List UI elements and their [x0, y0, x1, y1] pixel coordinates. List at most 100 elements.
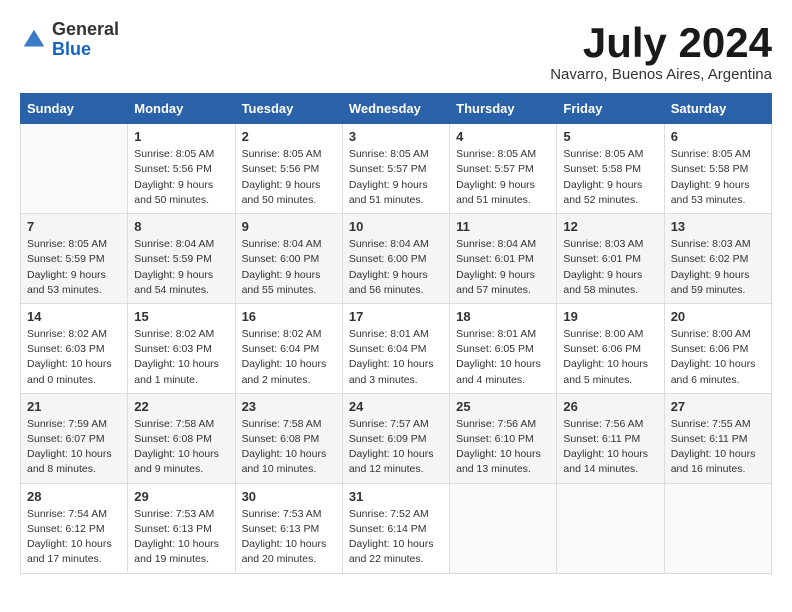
cell-data: Sunrise: 8:05 AMSunset: 5:58 PMDaylight:… [563, 147, 657, 208]
header-monday: Monday [128, 94, 235, 124]
calendar-week-row: 7 Sunrise: 8:05 AMSunset: 5:59 PMDaylight… [21, 214, 772, 304]
calendar-cell: 19Sunrise: 8:00 AMSunset: 6:06 PMDayligh… [557, 303, 664, 393]
cell-data: Sunrise: 8:05 AMSunset: 5:57 PMDaylight:… [349, 147, 443, 208]
day-number: 24 [349, 399, 443, 414]
header-wednesday: Wednesday [342, 94, 449, 124]
cell-data: Sunrise: 8:01 AMSunset: 6:05 PMDaylight:… [456, 327, 550, 388]
page-header: General Blue July 2024 Navarro, Buenos A… [20, 20, 772, 83]
day-number: 26 [563, 399, 657, 414]
day-number: 11 [456, 219, 550, 234]
day-number: 2 [242, 129, 336, 144]
calendar-cell: 11Sunrise: 8:04 AMSunset: 6:01 PMDayligh… [450, 214, 557, 304]
calendar-cell: 24 Sunrise: 7:57 AMSunset: 6:09 PMDayligh… [342, 393, 449, 483]
title-area: July 2024 Navarro, Buenos Aires, Argenti… [550, 20, 772, 83]
calendar-week-row: 14 Sunrise: 8:02 AMSunset: 6:03 PMDayligh… [21, 303, 772, 393]
day-number: 6 [671, 129, 765, 144]
calendar-cell: 2Sunrise: 8:05 AMSunset: 5:56 PMDaylight… [235, 124, 342, 214]
day-number: 28 [27, 489, 121, 504]
calendar-cell [21, 124, 128, 214]
cell-data: Sunrise: 7:53 AMSunset: 6:13 PMDaylight:… [242, 507, 336, 568]
cell-data: Sunrise: 8:01 AMSunset: 6:04 PMDaylight:… [349, 327, 443, 388]
calendar-cell: 3 Sunrise: 8:05 AMSunset: 5:57 PMDaylight… [342, 124, 449, 214]
calendar-cell: 22 Sunrise: 7:58 AMSunset: 6:08 PMDayligh… [128, 393, 235, 483]
calendar-table: SundayMondayTuesdayWednesdayThursdayFrid… [20, 93, 772, 573]
day-number: 14 [27, 309, 121, 324]
day-number: 3 [349, 129, 443, 144]
calendar-cell: 16 Sunrise: 8:02 AMSunset: 6:04 PMDayligh… [235, 303, 342, 393]
cell-data: Sunrise: 7:56 AMSunset: 6:10 PMDaylight:… [456, 417, 550, 478]
logo-general-text: General [52, 19, 119, 39]
day-number: 30 [242, 489, 336, 504]
cell-data: Sunrise: 8:05 AMSunset: 5:56 PMDaylight:… [134, 147, 228, 208]
calendar-cell [664, 483, 771, 573]
cell-data: Sunrise: 7:59 AMSunset: 6:07 PMDaylight:… [27, 417, 121, 478]
calendar-cell [450, 483, 557, 573]
cell-data: Sunrise: 7:56 AMSunset: 6:11 PMDaylight:… [563, 417, 657, 478]
cell-data: Sunrise: 8:03 AMSunset: 6:02 PMDaylight:… [671, 237, 765, 298]
calendar-cell: 28Sunrise: 7:54 AMSunset: 6:12 PMDayligh… [21, 483, 128, 573]
calendar-cell: 12 Sunrise: 8:03 AMSunset: 6:01 PMDayligh… [557, 214, 664, 304]
cell-data: Sunrise: 7:53 AMSunset: 6:13 PMDaylight:… [134, 507, 228, 568]
day-number: 10 [349, 219, 443, 234]
day-number: 7 [27, 219, 121, 234]
calendar-cell: 10 Sunrise: 8:04 AMSunset: 6:00 PMDayligh… [342, 214, 449, 304]
calendar-cell: 30 Sunrise: 7:53 AMSunset: 6:13 PMDayligh… [235, 483, 342, 573]
header-saturday: Saturday [664, 94, 771, 124]
header-sunday: Sunday [21, 94, 128, 124]
calendar-cell: 25 Sunrise: 7:56 AMSunset: 6:10 PMDayligh… [450, 393, 557, 483]
calendar-cell: 20Sunrise: 8:00 AMSunset: 6:06 PMDayligh… [664, 303, 771, 393]
day-number: 31 [349, 489, 443, 504]
day-number: 15 [134, 309, 228, 324]
calendar-cell: 29 Sunrise: 7:53 AMSunset: 6:13 PMDayligh… [128, 483, 235, 573]
day-number: 9 [242, 219, 336, 234]
location-text: Navarro, Buenos Aires, Argentina [550, 66, 772, 83]
calendar-cell [557, 483, 664, 573]
calendar-cell: 17 Sunrise: 8:01 AMSunset: 6:04 PMDayligh… [342, 303, 449, 393]
day-number: 21 [27, 399, 121, 414]
cell-data: Sunrise: 8:04 AMSunset: 5:59 PMDaylight:… [134, 237, 228, 298]
calendar-cell: 21 Sunrise: 7:59 AMSunset: 6:07 PMDayligh… [21, 393, 128, 483]
calendar-cell: 18 Sunrise: 8:01 AMSunset: 6:05 PMDayligh… [450, 303, 557, 393]
calendar-cell: 6Sunrise: 8:05 AMSunset: 5:58 PMDaylight… [664, 124, 771, 214]
day-number: 5 [563, 129, 657, 144]
day-number: 23 [242, 399, 336, 414]
day-number: 16 [242, 309, 336, 324]
calendar-cell: 15Sunrise: 8:02 AMSunset: 6:03 PMDayligh… [128, 303, 235, 393]
cell-data: Sunrise: 8:04 AMSunset: 6:00 PMDaylight:… [349, 237, 443, 298]
calendar-cell: 27Sunrise: 7:55 AMSunset: 6:11 PMDayligh… [664, 393, 771, 483]
cell-data: Sunrise: 8:02 AMSunset: 6:04 PMDaylight:… [242, 327, 336, 388]
day-number: 4 [456, 129, 550, 144]
cell-data: Sunrise: 7:52 AMSunset: 6:14 PMDaylight:… [349, 507, 443, 568]
calendar-cell: 1 Sunrise: 8:05 AMSunset: 5:56 PMDaylight… [128, 124, 235, 214]
calendar-cell: 8 Sunrise: 8:04 AMSunset: 5:59 PMDaylight… [128, 214, 235, 304]
day-number: 25 [456, 399, 550, 414]
cell-data: Sunrise: 8:03 AMSunset: 6:01 PMDaylight:… [563, 237, 657, 298]
cell-data: Sunrise: 8:04 AMSunset: 6:00 PMDaylight:… [242, 237, 336, 298]
cell-data: Sunrise: 8:02 AMSunset: 6:03 PMDaylight:… [27, 327, 121, 388]
logo-blue-text: Blue [52, 39, 91, 59]
header-tuesday: Tuesday [235, 94, 342, 124]
cell-data: Sunrise: 7:58 AMSunset: 6:08 PMDaylight:… [242, 417, 336, 478]
day-number: 22 [134, 399, 228, 414]
calendar-cell: 31 Sunrise: 7:52 AMSunset: 6:14 PMDayligh… [342, 483, 449, 573]
cell-data: Sunrise: 7:58 AMSunset: 6:08 PMDaylight:… [134, 417, 228, 478]
calendar-cell: 14 Sunrise: 8:02 AMSunset: 6:03 PMDayligh… [21, 303, 128, 393]
day-number: 1 [134, 129, 228, 144]
calendar-cell: 4Sunrise: 8:05 AMSunset: 5:57 PMDaylight… [450, 124, 557, 214]
calendar-cell: 13Sunrise: 8:03 AMSunset: 6:02 PMDayligh… [664, 214, 771, 304]
header-friday: Friday [557, 94, 664, 124]
calendar-cell: 9 Sunrise: 8:04 AMSunset: 6:00 PMDaylight… [235, 214, 342, 304]
logo-icon [20, 26, 48, 54]
calendar-cell: 26 Sunrise: 7:56 AMSunset: 6:11 PMDayligh… [557, 393, 664, 483]
day-number: 17 [349, 309, 443, 324]
day-number: 12 [563, 219, 657, 234]
day-number: 18 [456, 309, 550, 324]
calendar-cell: 5 Sunrise: 8:05 AMSunset: 5:58 PMDaylight… [557, 124, 664, 214]
calendar-cell: 7 Sunrise: 8:05 AMSunset: 5:59 PMDaylight… [21, 214, 128, 304]
calendar-cell: 23 Sunrise: 7:58 AMSunset: 6:08 PMDayligh… [235, 393, 342, 483]
cell-data: Sunrise: 7:57 AMSunset: 6:09 PMDaylight:… [349, 417, 443, 478]
day-number: 29 [134, 489, 228, 504]
day-number: 8 [134, 219, 228, 234]
cell-data: Sunrise: 8:05 AMSunset: 5:59 PMDaylight:… [27, 237, 121, 298]
calendar-week-row: 1 Sunrise: 8:05 AMSunset: 5:56 PMDaylight… [21, 124, 772, 214]
